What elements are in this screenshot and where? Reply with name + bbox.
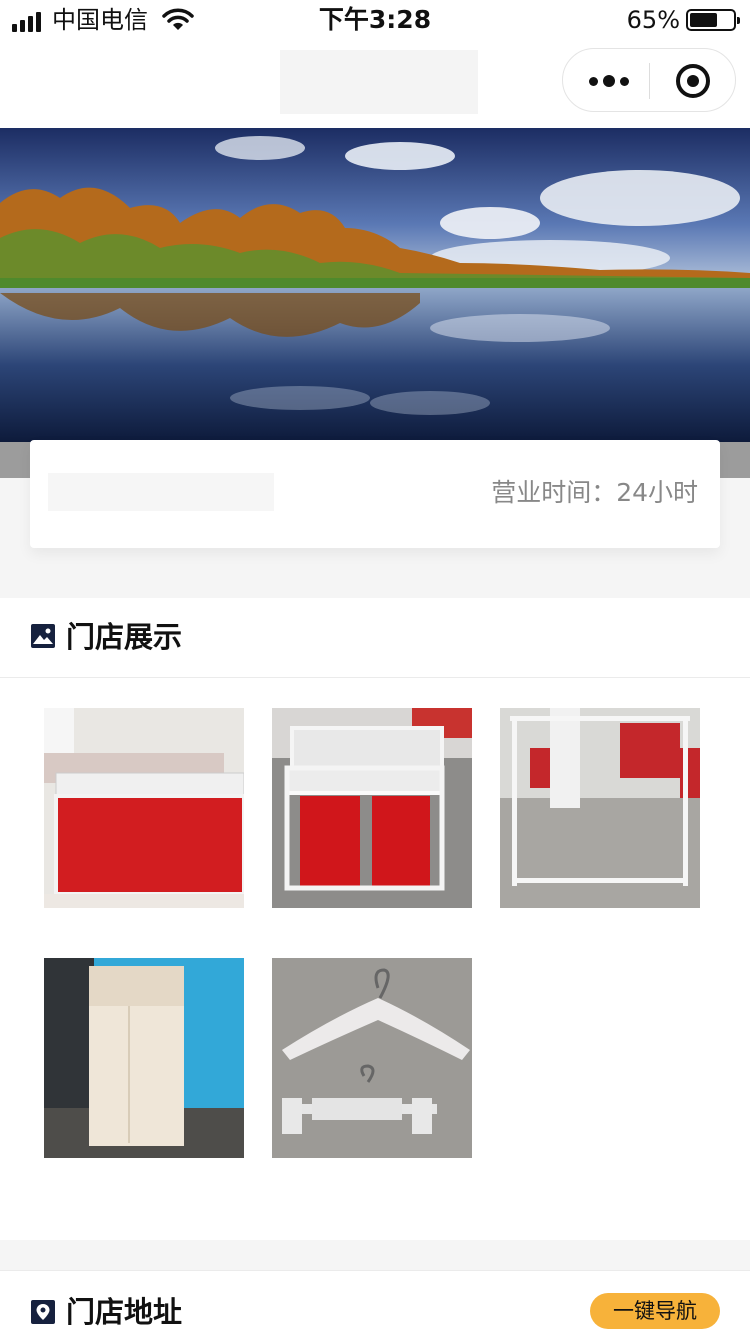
showcase-title: 门店展示 [66, 620, 183, 654]
capsule-divider [649, 63, 650, 99]
business-hours: 营业时间：24小时 [491, 478, 698, 507]
store-address-section: 门店地址 一键导航 [0, 1270, 750, 1334]
showcase-photo-clothes-rack[interactable] [500, 708, 700, 908]
status-bar: 中国电信 下午3:28 65% [0, 0, 750, 40]
close-mini-program-icon[interactable] [676, 64, 710, 98]
battery-percentage: 65% [626, 6, 680, 34]
store-showcase-section: 门店展示 [0, 598, 750, 1240]
address-header: 门店地址 一键导航 [0, 1271, 750, 1334]
store-info-card: 营业时间：24小时 [30, 440, 720, 548]
nav-bar [0, 40, 750, 128]
navigate-button[interactable]: 一键导航 [590, 1293, 720, 1329]
showcase-photo-cage-cart[interactable] [272, 708, 472, 908]
showcase-header: 门店展示 [0, 598, 750, 678]
battery-icon [686, 9, 740, 31]
image-icon [30, 623, 56, 649]
store-name-placeholder [48, 473, 274, 511]
showcase-gallery [0, 678, 750, 1238]
more-options-icon[interactable] [589, 75, 629, 87]
showcase-photo-fitting-room[interactable] [44, 958, 244, 1158]
store-banner-image [0, 128, 750, 478]
location-pin-icon [30, 1299, 56, 1325]
page-title-placeholder [280, 50, 478, 114]
showcase-photo-hanger[interactable] [272, 958, 472, 1158]
showcase-photo-display-counter[interactable] [44, 708, 244, 908]
address-title: 门店地址 [66, 1295, 183, 1329]
mini-program-capsule [562, 48, 736, 112]
